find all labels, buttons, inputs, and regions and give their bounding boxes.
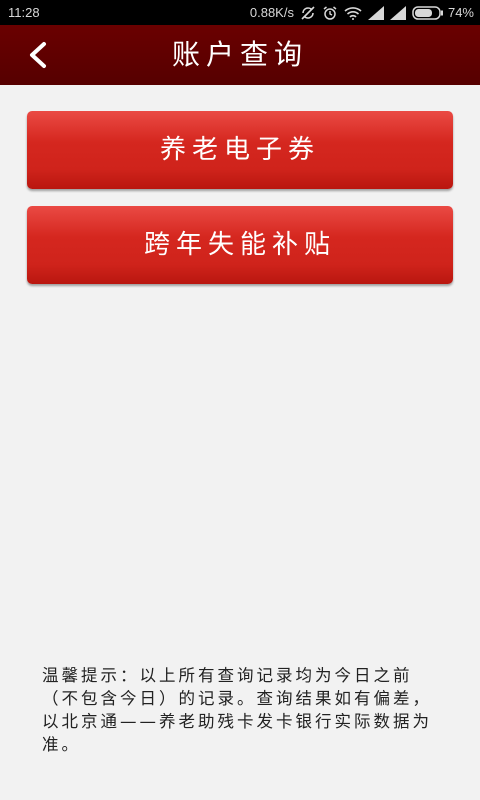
header: 账户查询 [0,25,480,85]
elderly-voucher-button[interactable]: 养老电子券 [27,111,453,189]
battery-icon [412,5,443,20]
battery-percent: 74% [447,5,474,20]
signal-icon [367,5,384,20]
wifi-icon [344,6,362,20]
status-bar: 11:28 0.88K/s 74% [0,0,480,25]
disability-subsidy-button[interactable]: 跨年失能补贴 [27,206,453,284]
network-speed: 0.88K/s [249,5,294,20]
alarm-icon [322,5,338,21]
status-time: 11:28 [8,5,40,20]
sync-off-icon [300,5,316,21]
status-icons: 0.88K/s 74% [250,0,474,25]
battery: 74% [412,5,474,20]
signal-icon [389,5,406,20]
page-title: 账户查询 [171,38,308,71]
tip-text: 温馨提示：以上所有查询记录均为今日之前（不包含今日）的记录。查询结果如有偏差，以… [42,666,432,754]
